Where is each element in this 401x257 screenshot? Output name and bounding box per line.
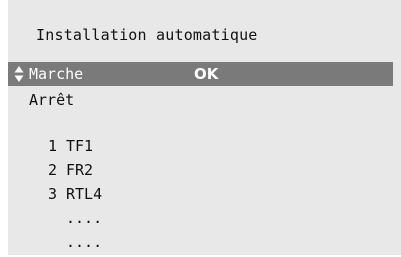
channel-item: .... bbox=[48, 209, 102, 233]
channel-list: 1 TF1 2 FR2 3 RTL4 .... .... bbox=[48, 137, 102, 257]
menu-option-marche[interactable]: Marche OK bbox=[8, 62, 393, 86]
channel-item: 1 TF1 bbox=[48, 137, 102, 161]
channel-name: RTL4 bbox=[66, 185, 103, 203]
tv-osd-menu: Installation automatique Marche OK Arrêt… bbox=[8, 0, 401, 255]
channel-item: 3 RTL4 bbox=[48, 185, 102, 209]
channel-number: 3 bbox=[48, 185, 58, 203]
menu-option-arret[interactable]: Arrêt bbox=[8, 88, 393, 112]
status-ok: OK bbox=[194, 65, 219, 83]
menu-title: Installation automatique bbox=[36, 26, 258, 44]
channel-name: TF1 bbox=[66, 137, 94, 155]
channel-number: 1 bbox=[48, 137, 58, 155]
channel-name: .... bbox=[66, 233, 103, 251]
channel-name: .... bbox=[66, 209, 103, 227]
menu-option-label: Marche bbox=[29, 65, 84, 83]
channel-name: FR2 bbox=[66, 161, 94, 179]
channel-number: 2 bbox=[48, 161, 58, 179]
channel-item: 2 FR2 bbox=[48, 161, 102, 185]
channel-item: .... bbox=[48, 233, 102, 257]
up-down-arrows-icon bbox=[14, 65, 24, 83]
menu-option-label: Arrêt bbox=[29, 91, 75, 109]
